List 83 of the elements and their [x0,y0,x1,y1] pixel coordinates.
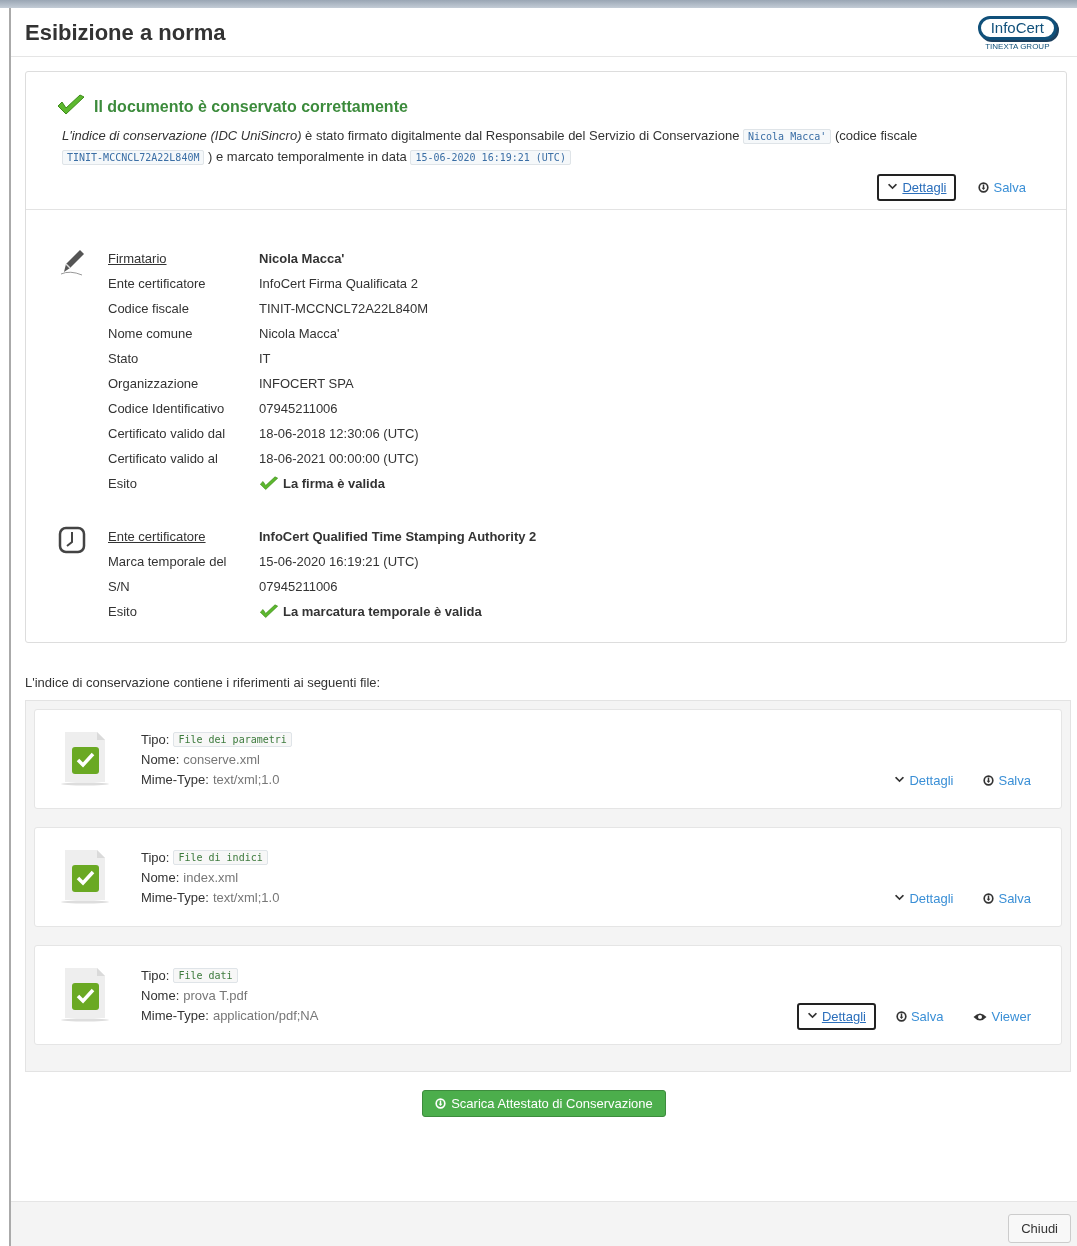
field-label: Tipo: [141,967,170,983]
file-check-icon [59,966,111,1022]
field-label: Ente certificatore [108,529,207,544]
pen-icon [58,248,86,276]
code-chip: TINIT-MCCNCL72A22L840M [62,150,205,165]
field-value: text/xml;1.0 [212,771,280,787]
field-value: La firma è valida [283,476,385,491]
check-icon [56,94,86,116]
field-label: Nome comune [108,326,194,341]
type-chip: File di indici [173,849,268,865]
field-value: conserve.xml [183,751,260,767]
field-value: 18-06-2018 12:30:06 (UTC) [259,426,419,441]
field-label: S/N [108,579,131,594]
details-link[interactable]: Dettagli [796,1003,876,1030]
field-label: Certificato valido al [108,451,219,466]
download-circle-icon [983,775,995,786]
logo-caption: TINEXTA GROUP [985,41,1050,51]
field-label: Tipo: [141,731,170,747]
field-value: La marcatura temporale è valida [283,604,482,619]
type-chip: File dati [173,967,238,983]
field-value: text/xml;1.0 [212,889,280,905]
clock-icon [58,526,86,554]
save-link[interactable]: Salva [885,1003,954,1030]
field-label: Organizzazione [108,376,200,391]
download-circle-icon [978,182,990,193]
close-button[interactable]: Chiudi [1008,1213,1071,1243]
field-label: Tipo: [141,849,170,865]
field-value: InfoCert Firma Qualificata 2 [259,276,418,291]
download-circle-icon [983,893,995,904]
field-label: Stato [108,351,140,366]
field-label: Mime-Type: [141,889,209,905]
field-value: IT [259,351,271,366]
status-heading: Il documento è conservato correttamente [94,98,408,116]
download-button[interactable]: Scarica Attestato di Conservazione [422,1090,666,1117]
summary-text: L'indice di conservazione (IDC UniSincro) [62,128,302,143]
field-value: 07945211006 [259,579,338,594]
type-chip: File dei parametri [173,731,292,747]
file-check-icon [59,730,111,786]
field-label: Mime-Type: [141,1007,209,1023]
field-value: 18-06-2021 00:00:00 (UTC) [259,451,419,466]
field-label: Nome: [141,751,180,767]
download-circle-icon [435,1098,447,1109]
save-link[interactable]: Salva [973,767,1041,794]
details-link[interactable]: Dettagli [884,767,964,794]
field-label: Codice fiscale [108,301,190,316]
viewer-link[interactable]: Viewer [963,1003,1041,1030]
logo-badge: InfoCert [977,15,1057,40]
field-value: TINIT-MCCNCL72A22L840M [259,301,429,316]
download-circle-icon [895,1011,907,1022]
check-icon [259,604,279,619]
field-value: Nicola Macca' [259,251,345,266]
field-value: InfoCert Qualified Time Stamping Authority 2 [259,529,537,544]
details-link[interactable]: Dettagli [884,885,964,912]
field-label: Codice Identificativo [108,401,226,416]
field-label: Certificato valido dal [108,426,227,441]
code-chip: 15-06-2020 16:19:21 (UTC) [410,150,571,165]
check-icon [259,476,279,491]
field-label: Nome: [141,987,180,1003]
field-value: prova T.pdf [183,987,248,1003]
summary-text: è stato firmato digitalmente dal Responsabile del Servizio di Conservazione [304,128,741,143]
details-link[interactable]: Dettagli [877,174,957,201]
field-label: Esito [108,476,138,491]
field-value: 15-06-2020 16:19:21 (UTC) [259,554,419,569]
eye-icon [973,1011,988,1022]
field-label: Firmatario [108,251,168,266]
summary-text: ) e marcato temporalmente in data [207,149,408,164]
window-title: Esibizione a norma [25,20,226,46]
field-value: application/pdf;NA [212,1007,319,1023]
save-link[interactable]: Salva [973,885,1041,912]
files-intro: L'indice di conservazione contiene i riferimenti ai seguenti file: [25,675,382,690]
field-value: INFOCERT SPA [259,376,354,391]
field-label: Ente certificatore [108,276,207,291]
field-label: Esito [108,604,138,619]
field-value: index.xml [183,869,239,885]
file-check-icon [59,848,111,904]
field-value: 07945211006 [259,401,338,416]
field-label: Marca temporale del [108,554,228,569]
save-link[interactable]: Salva [968,174,1036,201]
field-value: Nicola Macca' [259,326,340,341]
code-chip: Nicola Macca' [743,129,832,144]
field-label: Nome: [141,869,180,885]
summary-text: (codice fiscale [833,128,918,143]
field-label: Mime-Type: [141,771,209,787]
